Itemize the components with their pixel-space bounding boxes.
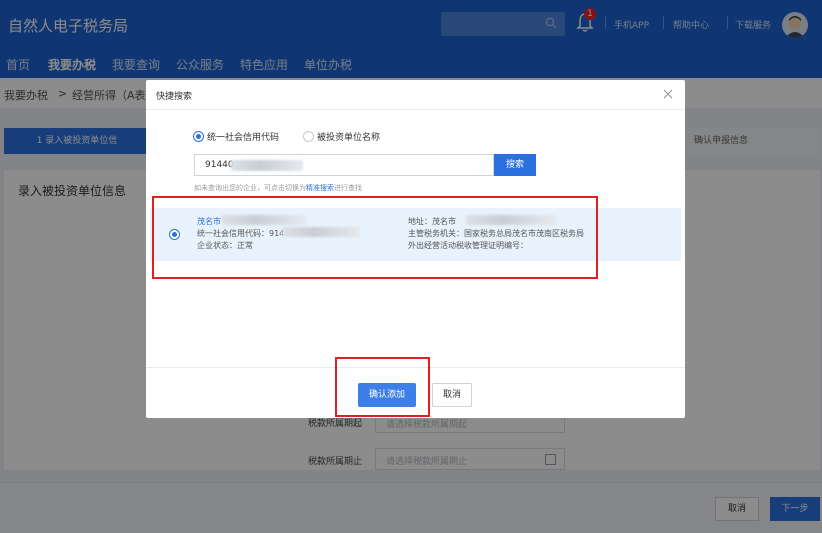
dialog-cancel-button[interactable]: 取消	[432, 383, 472, 407]
credit-code-search-input[interactable]: 91440	[194, 154, 494, 176]
dialog-title: 快捷搜索	[156, 92, 193, 102]
dialog-header: 快捷搜索	[146, 80, 685, 110]
radio-company-name-label[interactable]: 被投资单位名称	[317, 130, 380, 143]
redacted-block	[231, 160, 303, 171]
highlight-result-box	[152, 196, 598, 279]
hint-suffix: 进行查找	[334, 184, 362, 192]
close-icon[interactable]	[662, 88, 674, 100]
radio-credit-code[interactable]	[193, 131, 204, 142]
hint-prefix: 如未查询出您的企业，可点击切换为	[194, 184, 306, 192]
precise-search-link[interactable]: 精准搜索	[306, 184, 334, 192]
search-input-value: 91440	[205, 160, 234, 170]
radio-credit-code-label[interactable]: 统一社会信用代码	[207, 130, 279, 143]
search-hint: 如未查询出您的企业，可点击切换为精准搜索进行查找	[194, 183, 362, 193]
radio-company-name[interactable]	[303, 131, 314, 142]
search-button[interactable]: 搜索	[494, 154, 536, 176]
highlight-confirm-box	[335, 357, 430, 417]
